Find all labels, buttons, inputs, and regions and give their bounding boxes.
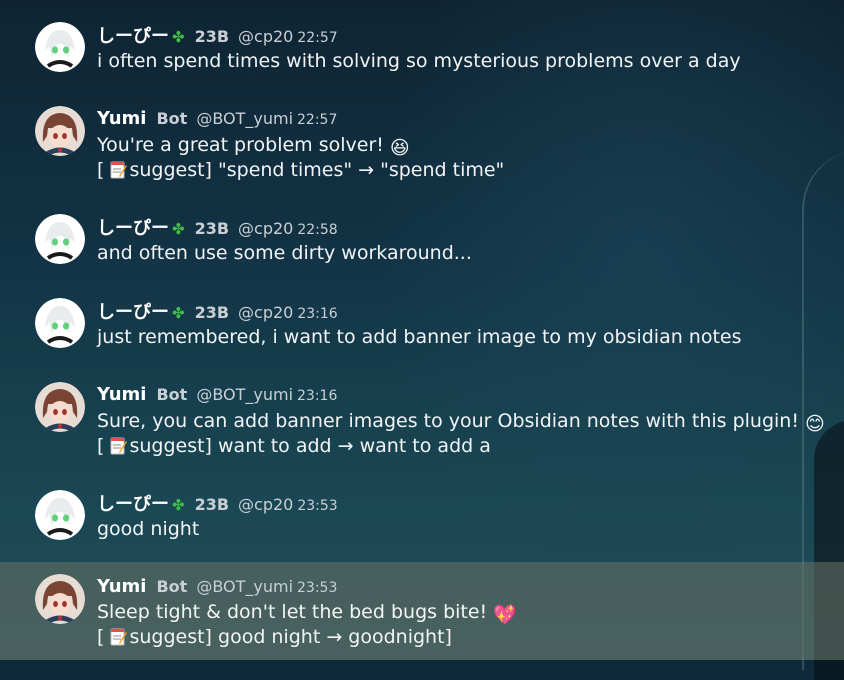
username[interactable]: Yumi [97,108,146,129]
username[interactable]: しーぴー [97,214,169,240]
avatar[interactable] [35,490,85,540]
user-handle: @cp20 [238,495,294,514]
timestamp: 22:58 [297,222,338,238]
user-handle: @cp20 [238,27,294,46]
bot-tag: Bot [156,109,188,128]
message-text-content: Sleep tight & don't let the bed bugs bit… [97,601,494,623]
bracket-open: [ [97,626,111,648]
suggestion-text: suggest] good night → goodnight] [129,626,452,648]
four-leaf-clover-icon: ✤ [172,220,185,238]
avatar[interactable] [35,382,85,432]
four-leaf-clover-icon: ✤ [172,304,185,322]
username[interactable]: しーぴー [97,22,169,48]
user-handle: @cp20 [238,219,294,238]
message-text: i often spend times with solving so myst… [97,50,741,72]
bot-tag: Bot [156,385,188,404]
user-handle: @BOT_yumi [196,577,294,596]
message[interactable]: Yumi Bot @BOT_yumi 22:57 You're a great … [0,96,844,188]
message[interactable]: しーぴー ✤ 23B @cp20 22:57 i often spend tim… [0,12,844,82]
four-leaf-clover-icon: ✤ [172,496,185,514]
role-tag: 23B [194,27,230,46]
timestamp: 22:57 [297,30,338,46]
memo-icon [110,628,128,646]
message-text: just remembered, i want to add banner im… [97,326,742,348]
suggestion-text: suggest] want to add → want to add a [129,435,491,457]
timestamp: 23:53 [297,498,338,514]
message[interactable]: しーぴー ✤ 23B @cp20 22:58 and often use som… [0,204,844,274]
suggestion-text: suggest] "spend times" → "spend time" [129,159,505,181]
bot-tag: Bot [156,577,188,596]
message-text: and often use some dirty workaround... [97,242,472,264]
laughing-emoji-icon: 😆 [389,137,410,159]
username[interactable]: Yumi [97,384,146,405]
smiling-emoji-icon: 😊 [805,413,825,435]
timestamp: 23:53 [297,580,338,596]
avatar[interactable] [35,574,85,624]
user-handle: @BOT_yumi [196,109,294,128]
username[interactable]: しーぴー [97,298,169,324]
message-feed: しーぴー ✤ 23B @cp20 22:57 i often spend tim… [0,0,844,660]
role-tag: 23B [194,219,230,238]
message-text: Sure, you can add banner images to your … [97,410,825,435]
avatar[interactable] [35,106,85,156]
message-text-content: Sure, you can add banner images to your … [97,410,805,432]
message[interactable]: Yumi Bot @BOT_yumi 23:16 Sure, you can a… [0,372,844,464]
message-highlighted[interactable]: Yumi Bot @BOT_yumi 23:53 Sleep tight & d… [0,562,844,660]
sparkling-heart-emoji-icon: 💖 [493,604,517,626]
suggestion-line: [ suggest] want to add → want to add a [97,435,491,457]
timestamp: 22:57 [297,112,338,128]
message-text: Sleep tight & don't let the bed bugs bit… [97,601,517,626]
suggestion-line: [ suggest] "spend times" → "spend time" [97,159,504,181]
user-handle: @BOT_yumi [196,385,294,404]
bracket-open: [ [97,159,111,181]
message-text-content: You're a great problem solver! [97,134,390,156]
user-handle: @cp20 [238,303,294,322]
suggestion-line: [ suggest] good night → goodnight] [97,626,452,648]
four-leaf-clover-icon: ✤ [172,28,185,46]
username[interactable]: しーぴー [97,490,169,516]
avatar[interactable] [35,298,85,348]
timestamp: 23:16 [297,306,338,322]
role-tag: 23B [194,495,230,514]
avatar[interactable] [35,214,85,264]
bracket-open: [ [97,435,111,457]
avatar[interactable] [35,22,85,72]
timestamp: 23:16 [297,388,338,404]
message-text: You're a great problem solver! 😆 [97,134,410,159]
role-tag: 23B [194,303,230,322]
message[interactable]: しーぴー ✤ 23B @cp20 23:16 just remembered, … [0,288,844,358]
message[interactable]: しーぴー ✤ 23B @cp20 23:53 good night [0,480,844,550]
memo-icon [110,437,128,455]
username[interactable]: Yumi [97,576,146,597]
message-text: good night [97,518,200,540]
memo-icon [110,161,128,179]
